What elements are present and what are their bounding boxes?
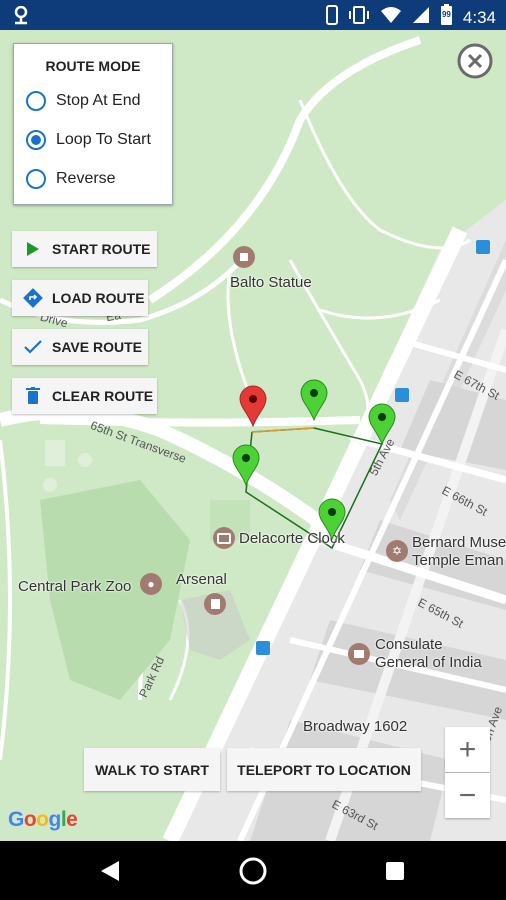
bus-stop-icon <box>476 240 490 254</box>
map-label-consulate-2: General of India <box>375 654 482 671</box>
save-route-label: SAVE ROUTE <box>52 339 142 355</box>
vibrate-icon <box>348 5 370 30</box>
synagogue-icon: ✡ <box>386 540 408 562</box>
close-icon <box>457 43 493 79</box>
play-icon <box>22 241 44 257</box>
zoo-paw-icon: ● <box>140 573 162 595</box>
radio-reverse[interactable]: Reverse <box>26 169 116 189</box>
map-label-broadway: Broadway 1602 <box>303 718 408 735</box>
map-label-balto: Balto Statue <box>230 274 312 291</box>
embassy-icon <box>348 643 370 665</box>
check-icon <box>22 340 44 354</box>
save-route-button[interactable]: SAVE ROUTE <box>12 329 148 365</box>
map-label-bernard: Bernard Muse <box>412 534 506 551</box>
radio-stop-at-end[interactable]: Stop At End <box>26 91 141 111</box>
bus-stop-icon <box>395 388 409 402</box>
minus-icon: − <box>458 778 477 812</box>
route-mode-panel: ROUTE MODE Stop At End Loop To Start Rev… <box>13 43 173 205</box>
radio-loop-to-start[interactable]: Loop To Start <box>26 130 151 150</box>
navigation-bar <box>0 841 506 900</box>
battery-icon: 99 <box>440 4 453 31</box>
radio-button-icon[interactable] <box>26 91 46 111</box>
status-bar: 99 4:34 <box>0 0 506 30</box>
radio-label: Loop To Start <box>56 131 151 148</box>
walk-to-start-button[interactable]: WALK TO START <box>84 748 220 791</box>
map-label-temple: Temple Eman <box>412 552 504 569</box>
battery-level: 99 <box>441 10 451 19</box>
clear-route-button[interactable]: CLEAR ROUTE <box>12 378 157 414</box>
monument-icon <box>233 246 255 268</box>
home-icon[interactable] <box>238 856 268 891</box>
plus-icon: + <box>458 732 477 766</box>
directions-icon <box>22 288 44 308</box>
map-label-consulate-1: Consulate <box>375 636 443 653</box>
google-logo: Google <box>8 808 78 831</box>
map-label-arsenal: Arsenal <box>176 571 227 588</box>
trash-icon <box>22 387 44 405</box>
bus-stop-icon <box>256 641 270 655</box>
zoom-in-button[interactable]: + <box>445 727 490 772</box>
radio-label: Reverse <box>56 170 116 187</box>
location-pin-icon <box>12 5 30 31</box>
start-route-button[interactable]: START ROUTE <box>12 231 157 267</box>
map-label-zoo: Central Park Zoo <box>18 578 132 595</box>
clock: 4:34 <box>462 7 496 27</box>
clear-route-label: CLEAR ROUTE <box>52 388 154 404</box>
radio-button-selected-icon[interactable] <box>26 130 46 150</box>
recents-icon[interactable] <box>385 861 405 886</box>
back-icon[interactable] <box>100 860 120 887</box>
wifi-icon <box>380 6 402 29</box>
radio-label: Stop At End <box>56 92 141 109</box>
radio-button-icon[interactable] <box>26 169 46 189</box>
load-route-button[interactable]: LOAD ROUTE <box>12 280 148 316</box>
start-route-label: START ROUTE <box>52 241 151 257</box>
signal-icon <box>412 6 430 29</box>
teleport-button[interactable]: TELEPORT TO LOCATION <box>227 748 421 791</box>
load-route-label: LOAD ROUTE <box>52 290 145 306</box>
zoom-out-button[interactable]: − <box>445 773 490 818</box>
camera-icon <box>213 527 235 549</box>
route-mode-title: ROUTE MODE <box>45 58 141 74</box>
castle-icon <box>204 593 226 615</box>
phone-icon <box>325 5 338 30</box>
close-button[interactable] <box>457 43 493 79</box>
